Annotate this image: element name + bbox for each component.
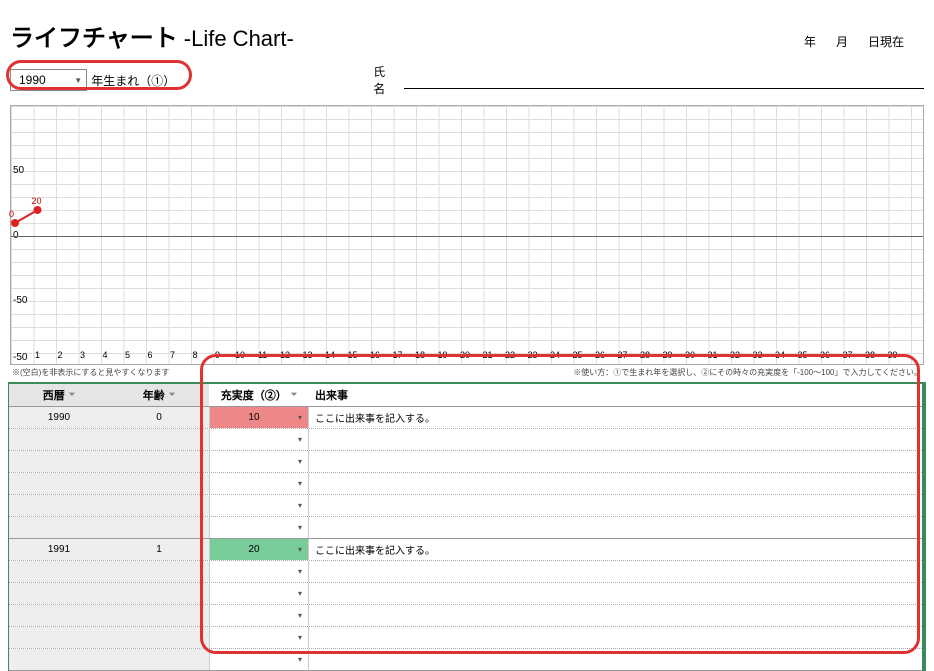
table-row: ▾ [9, 649, 922, 671]
chevron-down-icon: ▾ [298, 413, 302, 422]
table-row: ▾ [9, 627, 922, 649]
life-chart: 500-50-501234567891011121314151617181920… [10, 105, 924, 365]
life-events-table: 西暦⏷ 年齢⏷ 充実度（②）⏷ 出来事 1990010▾ここに出来事を記入する。… [8, 382, 926, 671]
cell-age [109, 583, 209, 604]
cell-age [109, 561, 209, 582]
col-header-event-label: 出来事 [315, 387, 348, 403]
cell-fullness[interactable]: ▾ [209, 473, 309, 494]
cell-event[interactable]: ここに出来事を記入する。 [309, 539, 922, 560]
date-year-label: 年 [804, 33, 816, 50]
cell-year [9, 451, 109, 472]
footnote-left: ※(空白)を非表示にすると見やすくなります [12, 367, 169, 378]
table-header-row: 西暦 ⏷ 年齢 ⏷ 充実度（②） ⏷ 出来事 [9, 384, 922, 407]
cell-fullness[interactable]: ▾ [209, 605, 309, 626]
table-row: ▾ [9, 451, 922, 473]
cell-year: 1990 [9, 407, 109, 428]
cell-age [109, 605, 209, 626]
birth-year-value: 1990 [19, 73, 46, 87]
table-row: ▾ [9, 561, 922, 583]
cell-event[interactable] [309, 495, 922, 516]
cell-fullness[interactable]: ▾ [209, 429, 309, 450]
cell-year [9, 583, 109, 604]
cell-event[interactable] [309, 473, 922, 494]
cell-year [9, 495, 109, 516]
cell-year: 1991 [9, 539, 109, 560]
col-header-event: 出来事 [309, 384, 922, 406]
birth-year-select[interactable]: 1990 ▼ [10, 69, 87, 91]
col-header-year[interactable]: 西暦 ⏷ [9, 384, 109, 406]
as-of-date: 年 月 日現在 [804, 33, 924, 50]
cell-age [109, 473, 209, 494]
chevron-down-icon: ▼ [74, 76, 82, 85]
cell-year [9, 517, 109, 538]
table-row: ▾ [9, 473, 922, 495]
cell-age [109, 495, 209, 516]
chevron-down-icon: ▾ [298, 567, 302, 576]
table-row: ▾ [9, 495, 922, 517]
cell-fullness[interactable]: ▾ [209, 583, 309, 604]
cell-year [9, 627, 109, 648]
cell-fullness[interactable]: ▾ [209, 561, 309, 582]
cell-age [109, 451, 209, 472]
cell-fullness[interactable]: 10▾ [209, 407, 309, 428]
cell-fullness[interactable]: ▾ [209, 495, 309, 516]
cell-fullness[interactable]: ▾ [209, 517, 309, 538]
cell-fullness[interactable]: ▾ [209, 451, 309, 472]
cell-event[interactable] [309, 605, 922, 626]
cell-event[interactable] [309, 583, 922, 604]
chevron-down-icon: ▾ [298, 655, 302, 664]
cell-event[interactable] [309, 517, 922, 538]
chevron-down-icon: ▾ [298, 501, 302, 510]
date-month-label: 月 [836, 33, 848, 50]
cell-age: 0 [109, 407, 209, 428]
col-header-age-label: 年齢 [143, 387, 165, 403]
cell-age [109, 429, 209, 450]
cell-event[interactable] [309, 561, 922, 582]
cell-event[interactable] [309, 429, 922, 450]
cell-fullness[interactable]: ▾ [209, 627, 309, 648]
cell-year [9, 429, 109, 450]
filter-icon[interactable]: ⏷ [69, 390, 75, 400]
cell-event[interactable] [309, 627, 922, 648]
page-subtitle: -Life Chart- [184, 26, 294, 52]
chevron-down-icon: ▾ [298, 589, 302, 598]
cell-year [9, 561, 109, 582]
cell-age [109, 517, 209, 538]
chart-series [11, 106, 925, 366]
chevron-down-icon: ▾ [298, 435, 302, 444]
col-header-age[interactable]: 年齢 ⏷ [109, 384, 209, 406]
cell-age [109, 627, 209, 648]
chevron-down-icon: ▾ [298, 611, 302, 620]
cell-event[interactable] [309, 451, 922, 472]
col-header-fullness[interactable]: 充実度（②） ⏷ [209, 384, 309, 406]
table-row: ▾ [9, 583, 922, 605]
cell-event[interactable]: ここに出来事を記入する。 [309, 407, 922, 428]
chevron-down-icon: ▾ [298, 457, 302, 466]
cell-year [9, 605, 109, 626]
cell-year [9, 473, 109, 494]
chevron-down-icon: ▾ [298, 545, 302, 554]
chevron-down-icon: ▾ [298, 523, 302, 532]
cell-age: 1 [109, 539, 209, 560]
table-row: 1991120▾ここに出来事を記入する。 [9, 539, 922, 561]
page-title: ライフチャート [10, 18, 178, 53]
chevron-down-icon: ▾ [298, 479, 302, 488]
name-field-label: 氏名 [373, 63, 395, 97]
table-row: ▾ [9, 429, 922, 451]
cell-fullness[interactable]: 20▾ [209, 539, 309, 560]
table-row: ▾ [9, 605, 922, 627]
col-header-fullness-label: 充実度（②） [221, 387, 287, 403]
col-header-year-label: 西暦 [43, 387, 65, 403]
date-day-label: 日現在 [868, 33, 904, 50]
filter-icon[interactable]: ⏷ [291, 390, 297, 400]
table-row: ▾ [9, 517, 922, 539]
table-row: 1990010▾ここに出来事を記入する。 [9, 407, 922, 429]
footnote-right: ※使い方：①で生まれ年を選択し、②にその時々の充実度を「-100～100」で入力… [573, 367, 922, 378]
born-label: 年生まれ（①） [91, 72, 169, 89]
filter-icon[interactable]: ⏷ [169, 390, 175, 400]
name-input[interactable] [404, 71, 924, 89]
chevron-down-icon: ▾ [298, 633, 302, 642]
